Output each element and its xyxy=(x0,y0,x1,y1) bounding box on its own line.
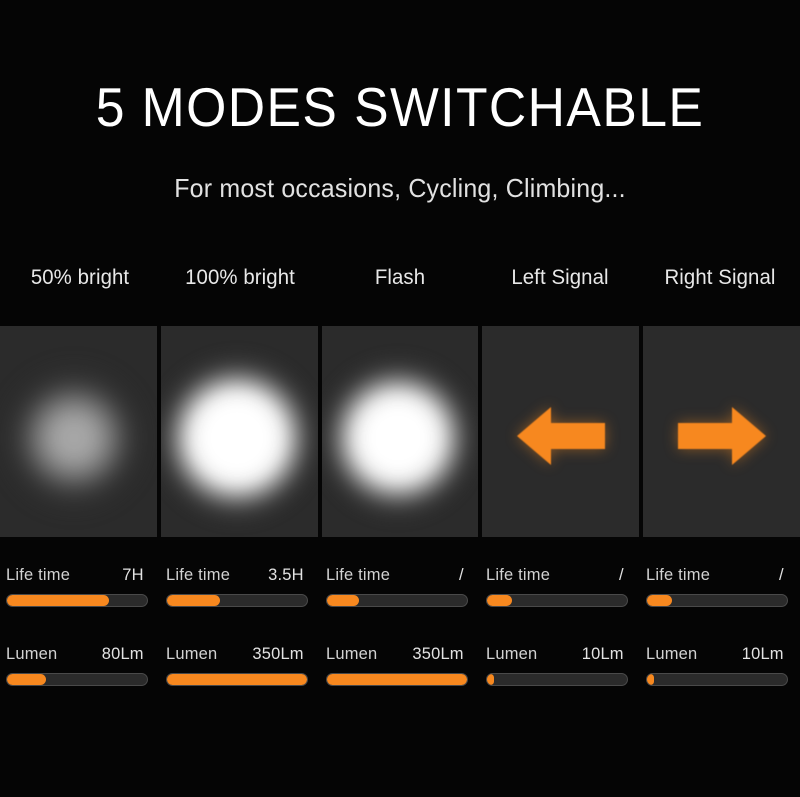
lumen-bar xyxy=(326,673,468,686)
life-time-bar-fill xyxy=(327,595,360,606)
stat-label: Lumen xyxy=(6,644,58,663)
stat-value: 350Lm xyxy=(412,644,464,663)
light-beam-icon xyxy=(321,352,479,523)
stat-value: 3.5H xyxy=(268,565,304,584)
life-time-bar xyxy=(486,594,628,607)
mode-panel-100-bright xyxy=(160,326,318,537)
stat-label: Life time xyxy=(166,565,231,584)
stat-life-time: Life time 3.5H xyxy=(166,565,308,607)
stat-column-right-signal: Life time / Lumen 10Lm xyxy=(640,565,800,686)
life-time-bar xyxy=(6,594,148,607)
stat-value: / xyxy=(458,565,464,584)
stat-life-time: Life time 7H xyxy=(6,565,148,607)
life-time-bar xyxy=(166,594,308,607)
stat-value: 10Lm xyxy=(581,644,624,663)
mode-label-left-signal: Left Signal xyxy=(511,266,609,289)
stat-label: Life time xyxy=(486,565,551,584)
mode-panel-right-signal xyxy=(643,326,800,537)
page-subtitle: For most occasions, Cycling, Climbing... xyxy=(174,173,626,203)
light-beam-icon xyxy=(0,355,157,520)
stat-lumen: Lumen 10Lm xyxy=(646,644,788,686)
mode-label-100-bright: 100% bright xyxy=(185,266,295,289)
stat-column-left-signal: Life time / Lumen 10Lm xyxy=(480,565,640,686)
lumen-bar xyxy=(646,673,788,686)
life-time-bar-fill xyxy=(167,595,221,606)
life-time-bar-fill xyxy=(647,595,673,606)
life-time-bar-fill xyxy=(487,595,513,606)
stat-label: Lumen xyxy=(166,644,218,663)
stat-value: 10Lm xyxy=(741,644,784,663)
light-beam-icon xyxy=(160,349,318,526)
life-time-bar-fill xyxy=(7,595,110,606)
stat-label: Life time xyxy=(326,565,391,584)
lumen-bar xyxy=(6,673,148,686)
mode-label-50-bright: 50% bright xyxy=(30,266,130,289)
mode-label-right-signal: Right Signal xyxy=(664,266,776,289)
stat-label: Life time xyxy=(646,565,711,584)
stat-life-time: Life time / xyxy=(646,565,788,607)
stat-column-flash: Life time / Lumen 350Lm xyxy=(320,565,480,686)
lumen-bar xyxy=(486,673,628,686)
stat-value: 7H xyxy=(122,565,144,584)
stat-lumen: Lumen 350Lm xyxy=(326,644,468,686)
lumen-bar-fill xyxy=(7,674,47,685)
stat-lumen: Lumen 10Lm xyxy=(486,644,628,686)
stat-column-50-bright: Life time 7H Lumen 80Lm xyxy=(0,565,160,686)
stat-lumen: Lumen 80Lm xyxy=(6,644,148,686)
mode-stats-row: Life time 7H Lumen 80Lm Life time 3.5H L… xyxy=(0,565,800,686)
stat-label: Lumen xyxy=(486,644,538,663)
lumen-bar-fill xyxy=(167,674,307,685)
stat-lumen: Lumen 350Lm xyxy=(166,644,308,686)
mode-label-flash: Flash xyxy=(374,266,426,289)
mode-panel-left-signal xyxy=(482,326,640,537)
stat-value: / xyxy=(778,565,784,584)
stat-life-time: Life time / xyxy=(326,565,468,607)
arrow-left-icon xyxy=(513,402,609,470)
stat-life-time: Life time / xyxy=(486,565,628,607)
stat-label: Lumen xyxy=(326,644,378,663)
lumen-bar-fill xyxy=(647,674,654,685)
page-title: 5 MODES SWITCHABLE xyxy=(95,76,705,138)
lumen-bar xyxy=(166,673,308,686)
stat-value: / xyxy=(618,565,624,584)
life-time-bar xyxy=(326,594,468,607)
lumen-bar-fill xyxy=(487,674,494,685)
mode-panel-50-bright xyxy=(0,326,157,537)
life-time-bar xyxy=(646,594,788,607)
mode-panel-flash xyxy=(321,326,479,537)
arrow-right-icon xyxy=(674,402,770,470)
stat-column-100-bright: Life time 3.5H Lumen 350Lm xyxy=(160,565,320,686)
mode-preview-row xyxy=(0,326,800,537)
stat-label: Lumen xyxy=(646,644,698,663)
mode-label-row: 50% bright 100% bright Flash Left Signal… xyxy=(0,266,800,290)
lumen-bar-fill xyxy=(327,674,467,685)
stat-value: 80Lm xyxy=(101,644,144,663)
stat-label: Life time xyxy=(6,565,71,584)
hero-section: 5 MODES SWITCHABLE For most occasions, C… xyxy=(0,0,800,204)
stat-value: 350Lm xyxy=(252,644,304,663)
